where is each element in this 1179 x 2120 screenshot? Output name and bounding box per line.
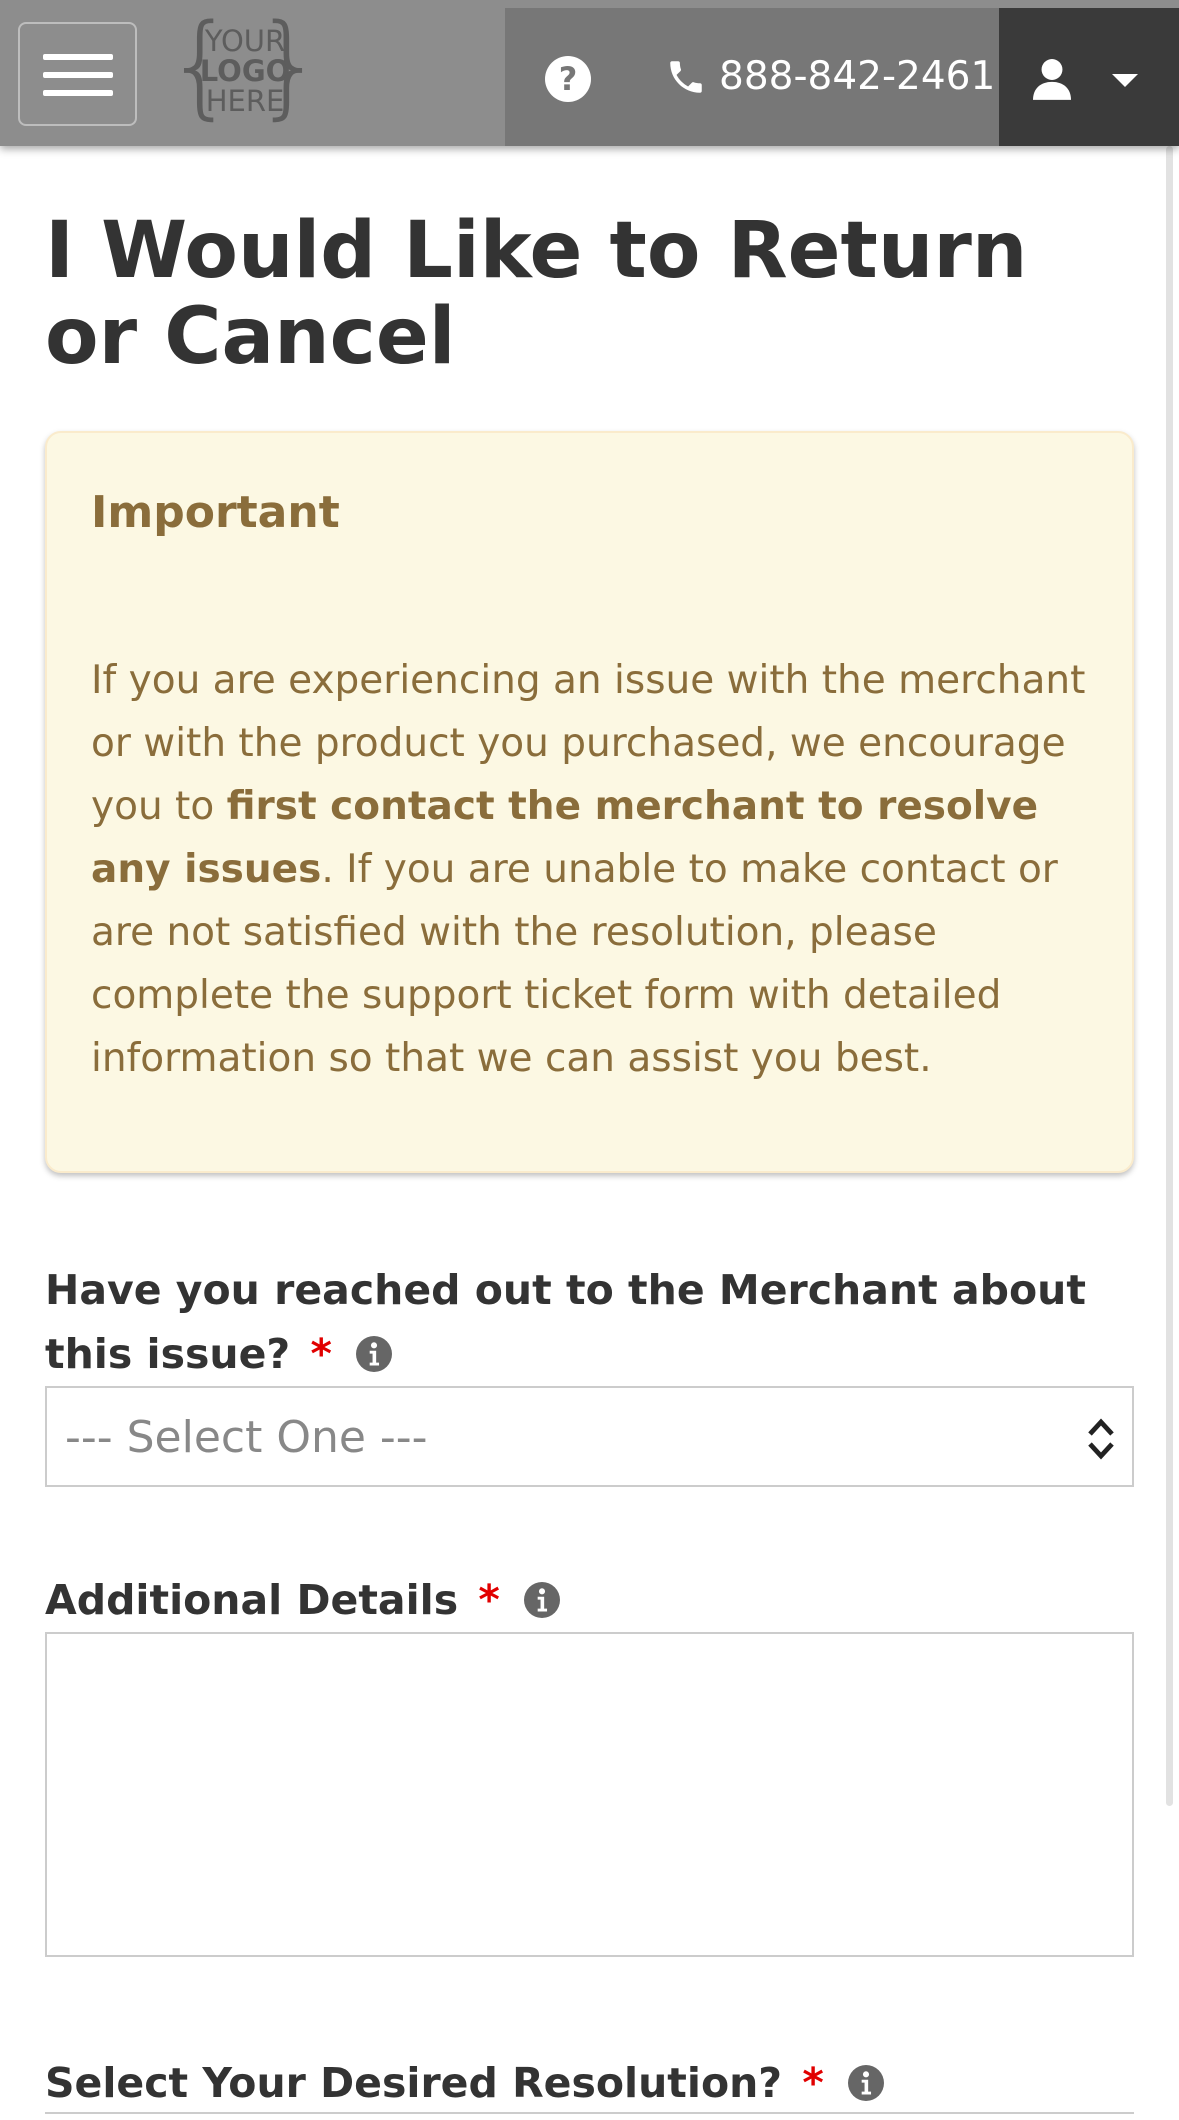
merchant-contact-label: Have you reached out to the Merchant abo…: [45, 1258, 1135, 1386]
info-icon[interactable]: [356, 1336, 393, 1372]
info-icon[interactable]: [524, 1582, 561, 1618]
phone-icon: [670, 60, 702, 93]
merchant-contact-label-text: Have you reached out to the Merchant abo…: [45, 1266, 1086, 1378]
select-arrows-icon: [1088, 1418, 1114, 1460]
info-icon[interactable]: [848, 2065, 885, 2101]
merchant-contact-select[interactable]: --- Select One ---: [45, 1386, 1134, 1487]
additional-details-label: Additional Details *: [45, 1568, 1135, 1632]
hamburger-menu-icon: [43, 54, 113, 60]
desired-resolution-label-text: Select Your Desired Resolution?: [45, 2059, 783, 2107]
required-marker: *: [310, 1330, 332, 1378]
user-menu-button[interactable]: [999, 8, 1179, 146]
page-title: I Would Like to Return or Cancel: [45, 206, 1028, 382]
user-icon: [1033, 59, 1071, 100]
caret-down-icon: [1112, 74, 1138, 87]
notice-body: If you are experiencing an issue with th…: [91, 649, 1088, 1090]
merchant-contact-selected-value: --- Select One ---: [65, 1412, 428, 1463]
notice-title: Important: [91, 487, 340, 538]
question-circle-icon[interactable]: ?: [545, 56, 591, 102]
desired-resolution-select[interactable]: [45, 2112, 1134, 2120]
important-notice: Important If you are experiencing an iss…: [45, 431, 1134, 1173]
logo-brace-right: }: [253, 1, 325, 131]
required-marker: *: [802, 2059, 824, 2107]
site-header: { YOUR LOGO HERE } ? 888-842-2461: [0, 0, 1179, 146]
hamburger-bar: [43, 90, 113, 96]
desired-resolution-label: Select Your Desired Resolution? *: [45, 2051, 1135, 2115]
hamburger-bar: [43, 72, 113, 78]
additional-details-textarea[interactable]: [45, 1632, 1134, 1957]
phone-number: 888-842-2461: [719, 54, 996, 99]
menu-button[interactable]: [18, 22, 137, 126]
page-scrollbar[interactable]: [1166, 146, 1173, 1806]
additional-details-label-text: Additional Details: [45, 1576, 459, 1624]
required-marker: *: [478, 1576, 500, 1624]
phone-link[interactable]: 888-842-2461: [665, 54, 995, 99]
header-nav: ? 888-842-2461: [505, 8, 1179, 146]
site-logo[interactable]: { YOUR LOGO HERE }: [165, 1, 325, 131]
